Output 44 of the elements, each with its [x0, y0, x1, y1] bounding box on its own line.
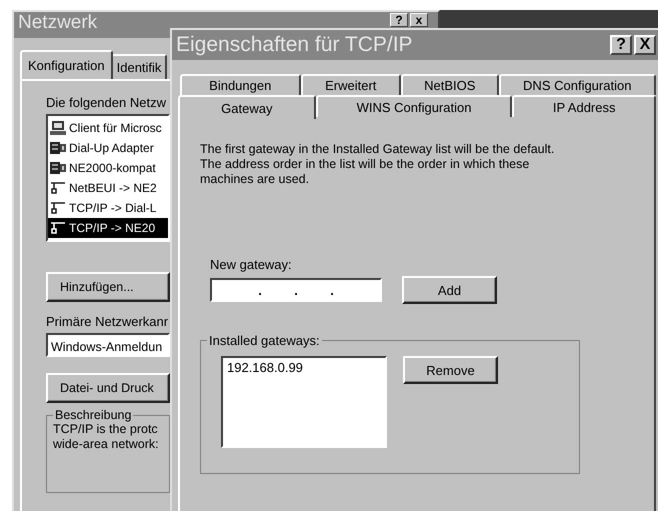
file-printer-sharing-button[interactable]: Datei- und Druck — [46, 373, 170, 403]
field-label: Primäre Netzwerkanr — [46, 314, 170, 329]
list-item[interactable]: TCP/IP -> NE20 — [48, 218, 168, 238]
tab[interactable]: Bindungen — [180, 74, 300, 95]
tab[interactable]: Gateway — [178, 95, 316, 119]
list-item[interactable]: TCP/IP -> Dial-L — [48, 198, 168, 218]
title-bar-button[interactable]: X — [634, 35, 656, 55]
ip-address-field[interactable]: . . . — [210, 278, 382, 302]
title-bar-button[interactable]: ? — [390, 13, 408, 27]
description-text: TCP/IP is the protc — [53, 422, 159, 437]
tab[interactable]: Erweitert — [300, 74, 401, 95]
add-button[interactable]: Hinzufügen... — [46, 272, 170, 302]
tab[interactable]: IP Address — [512, 95, 656, 117]
tab[interactable]: WINS Configuration — [316, 95, 512, 117]
tab[interactable]: NetBIOS — [401, 74, 498, 95]
network-card-icon — [50, 141, 66, 155]
group-legend: Installed gateways: — [207, 333, 322, 348]
group-legend: Beschreibung — [53, 408, 134, 422]
remove-button[interactable]: Remove — [403, 356, 498, 384]
cable-icon — [50, 181, 66, 195]
network-card-icon — [50, 161, 66, 175]
description-text: wide-area network: — [53, 437, 160, 452]
window-title: Netzwerk — [18, 12, 98, 34]
add-button[interactable]: Add — [402, 276, 497, 304]
list-item[interactable]: NE2000-kompat — [48, 158, 168, 178]
tab[interactable]: Konfiguration — [20, 50, 113, 79]
info-text: The address order in the list will be the order in which these — [200, 157, 530, 172]
title-bar-button[interactable]: x — [410, 13, 428, 27]
cable-icon — [50, 221, 66, 235]
title-bar-button[interactable]: ? — [610, 35, 632, 55]
info-text: machines are used. — [200, 172, 310, 187]
field-label: New gateway: — [210, 257, 293, 272]
list-item[interactable]: Client für Microsc — [48, 118, 168, 138]
list-item[interactable]: NetBEUI -> NE2 — [48, 178, 168, 198]
tab[interactable]: DNS Configuration — [498, 74, 656, 95]
info-text: The first gateway in the Installed Gateway list will be the default. — [200, 142, 556, 157]
list-label: Die folgenden Netzw — [46, 95, 167, 110]
logon-field[interactable]: Windows-Anmeldun — [46, 333, 170, 357]
tab[interactable]: Identifik — [110, 54, 168, 79]
window-title: Eigenschaften für TCP/IP — [176, 33, 413, 57]
list-item[interactable]: 192.168.0.99 — [227, 360, 303, 375]
computer-icon — [50, 121, 66, 135]
cable-icon — [50, 201, 66, 215]
list-item[interactable]: Dial-Up Adapter — [48, 138, 168, 158]
